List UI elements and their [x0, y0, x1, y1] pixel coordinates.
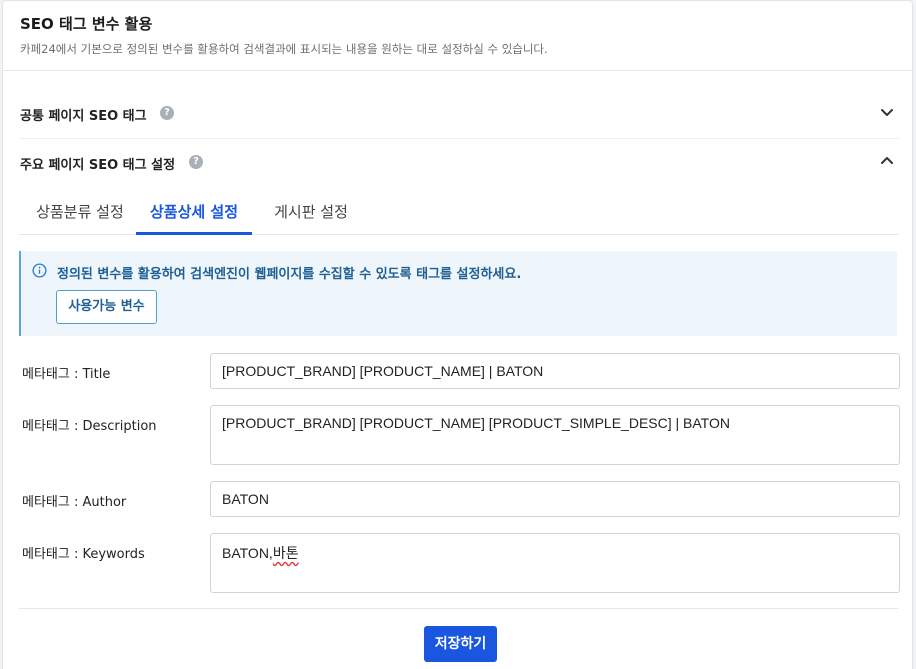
- meta-keywords-label: 메타태그 : Keywords: [22, 547, 145, 562]
- info-text: 정의된 변수를 활용하여 검색엔진이 웹페이지를 수집할 수 있도록 태그를 설…: [57, 267, 522, 282]
- meta-author-label: 메타태그 : Author: [22, 495, 127, 510]
- page-title: SEO 태그 변수 활용: [20, 15, 153, 33]
- keywords-text: BATON,: [222, 545, 273, 561]
- divider: [19, 608, 899, 609]
- keywords-misspelled-word: 바톤: [272, 545, 299, 561]
- chevron-up-icon[interactable]: [877, 151, 897, 171]
- available-variables-button[interactable]: 사용가능 변수: [56, 290, 157, 324]
- meta-keywords-textarea[interactable]: BATON,바톤: [210, 533, 900, 593]
- save-button[interactable]: 저장하기: [424, 626, 497, 662]
- section-main-seo[interactable]: 주요 페이지 SEO 태그 설정 ?: [19, 139, 899, 187]
- section-common-seo-label: 공통 페이지 SEO 태그: [20, 109, 147, 124]
- question-circle-icon[interactable]: ?: [160, 106, 174, 120]
- chevron-down-icon[interactable]: [877, 102, 897, 122]
- tab-board-settings[interactable]: 게시판 설정: [266, 190, 356, 234]
- tab-bar: 상품분류 설정 상품상세 설정 게시판 설정: [19, 190, 899, 235]
- meta-description-label: 메타태그 : Description: [22, 419, 157, 434]
- meta-author-input[interactable]: BATON: [210, 481, 900, 517]
- page-description: 카페24에서 기본으로 정의된 변수를 활용하여 검색결과에 표시되는 내용을 …: [20, 42, 548, 56]
- card-header: SEO 태그 변수 활용 카페24에서 기본으로 정의된 변수를 활용하여 검색…: [3, 1, 912, 71]
- info-box: 정의된 변수를 활용하여 검색엔진이 웹페이지를 수집할 수 있도록 태그를 설…: [19, 251, 897, 336]
- section-common-seo[interactable]: 공통 페이지 SEO 태그 ?: [19, 90, 899, 139]
- tab-product-detail-settings[interactable]: 상품상세 설정: [136, 190, 252, 235]
- info-circle-icon: [32, 263, 47, 278]
- section-main-seo-label: 주요 페이지 SEO 태그 설정: [20, 158, 176, 173]
- seo-settings-card: SEO 태그 변수 활용 카페24에서 기본으로 정의된 변수를 활용하여 검색…: [2, 0, 913, 669]
- meta-description-textarea[interactable]: [PRODUCT_BRAND] [PRODUCT_NAME] [PRODUCT_…: [210, 405, 900, 465]
- meta-title-label: 메타태그 : Title: [22, 367, 111, 382]
- meta-title-input[interactable]: [PRODUCT_BRAND] [PRODUCT_NAME] | BATON: [210, 353, 900, 389]
- tab-category-settings[interactable]: 상품분류 설정: [29, 190, 131, 234]
- question-circle-icon[interactable]: ?: [189, 155, 203, 169]
